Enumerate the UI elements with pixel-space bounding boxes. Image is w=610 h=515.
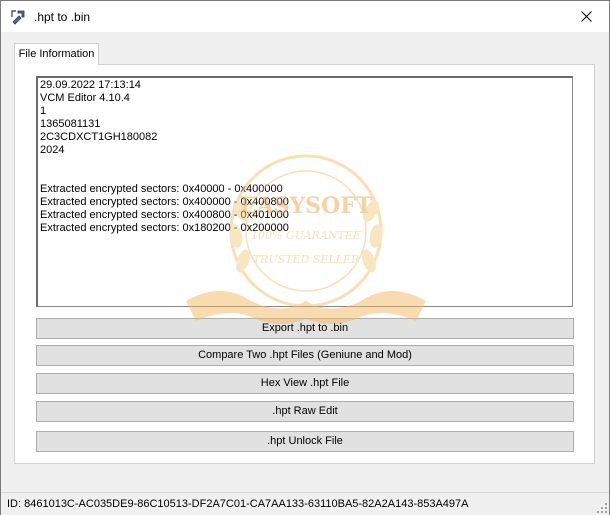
hex-view-button[interactable]: Hex View .hpt File <box>36 373 574 394</box>
compare-button[interactable]: Compare Two .hpt Files (Geniune and Mod) <box>36 345 574 366</box>
app-icon <box>9 8 27 26</box>
close-icon <box>580 11 592 22</box>
status-bar: ID: 8461013C-AC035DE9-86C10513-DF2A7C01-… <box>1 492 609 515</box>
close-button[interactable] <box>563 1 609 32</box>
title-bar[interactable]: .hpt to .bin <box>1 1 609 32</box>
main-window: .hpt to .bin File Information 29.09.2022… <box>0 0 610 515</box>
export-button[interactable]: Export .hpt to .bin <box>36 318 574 339</box>
window-title: .hpt to .bin <box>34 10 91 24</box>
tab-file-information[interactable]: File Information <box>14 43 99 65</box>
unlock-button[interactable]: .hpt Unlock File <box>36 431 574 452</box>
resize-grip-icon[interactable] <box>597 503 607 513</box>
file-information-panel: 29.09.2022 17:13:14 VCM Editor 4.10.4 1 … <box>14 64 595 464</box>
machine-id-label: ID: 8461013C-AC035DE9-86C10513-DF2A7C01-… <box>7 498 469 510</box>
file-info-textbox[interactable]: 29.09.2022 17:13:14 VCM Editor 4.10.4 1 … <box>36 76 573 307</box>
raw-edit-button[interactable]: .hpt Raw Edit <box>36 401 574 422</box>
